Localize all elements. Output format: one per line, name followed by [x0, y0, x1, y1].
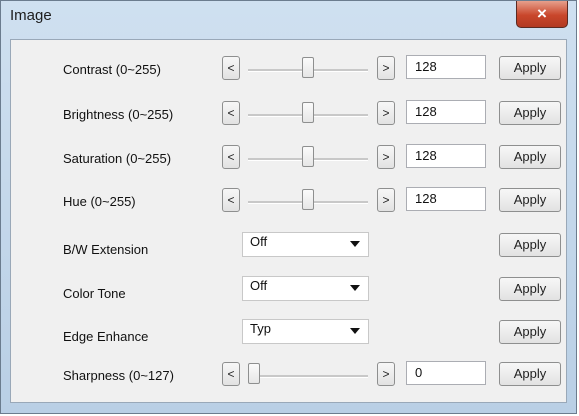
brightness-value-field[interactable]: 128 [406, 100, 486, 124]
color-tone-selected-value: Off [250, 278, 268, 293]
contrast-label: Contrast (0~255) [63, 62, 161, 77]
hue-decrease-button[interactable]: < [222, 188, 240, 212]
close-button[interactable]: × [516, 1, 568, 28]
saturation-label: Saturation (0~255) [63, 151, 172, 166]
bw-extension-selected-value: Off [250, 234, 268, 249]
saturation-increase-button[interactable]: > [377, 145, 395, 169]
brightness-increase-button[interactable]: > [377, 101, 395, 125]
edge-enhance-select[interactable]: Typ [242, 319, 369, 344]
hue-slider-thumb[interactable] [302, 189, 314, 210]
contrast-decrease-button[interactable]: < [222, 56, 240, 80]
close-icon: × [537, 4, 547, 23]
edge-enhance-apply-button[interactable]: Apply [499, 320, 561, 344]
sharpness-apply-button[interactable]: Apply [499, 362, 561, 386]
contrast-increase-button[interactable]: > [377, 56, 395, 80]
saturation-decrease-button[interactable]: < [222, 145, 240, 169]
color-tone-label: Color Tone [63, 286, 126, 301]
chevron-down-icon [350, 285, 360, 291]
bw-extension-row: B/W Extension Off Apply [11, 231, 566, 261]
saturation-slider-thumb[interactable] [302, 146, 314, 167]
chevron-down-icon [350, 328, 360, 334]
bw-extension-label: B/W Extension [63, 242, 149, 257]
sharpness-slider-track[interactable] [248, 375, 368, 378]
edge-enhance-selected-value: Typ [250, 321, 271, 336]
sharpness-slider-thumb[interactable] [248, 363, 260, 384]
brightness-slider-thumb[interactable] [302, 102, 314, 123]
title-bar[interactable]: Image × [1, 1, 576, 37]
color-tone-row: Color Tone Off Apply [11, 275, 566, 305]
bw-extension-select[interactable]: Off [242, 232, 369, 257]
contrast-value-field[interactable]: 128 [406, 55, 486, 79]
contrast-row: Contrast (0~255) < > 128 Apply [11, 54, 566, 84]
saturation-row: Saturation (0~255) < > 128 Apply [11, 143, 566, 173]
chevron-down-icon [350, 241, 360, 247]
hue-value-field[interactable]: 128 [406, 187, 486, 211]
saturation-apply-button[interactable]: Apply [499, 145, 561, 169]
sharpness-row: Sharpness (0~127) < > 0 Apply [11, 358, 566, 388]
hue-increase-button[interactable]: > [377, 188, 395, 212]
bw-extension-apply-button[interactable]: Apply [499, 233, 561, 257]
brightness-decrease-button[interactable]: < [222, 101, 240, 125]
edge-enhance-row: Edge Enhance Typ Apply [11, 318, 566, 348]
brightness-label: Brightness (0~255) [63, 107, 174, 122]
brightness-apply-button[interactable]: Apply [499, 101, 561, 125]
color-tone-select[interactable]: Off [242, 276, 369, 301]
sharpness-increase-button[interactable]: > [377, 362, 395, 386]
hue-row: Hue (0~255) < > 128 Apply [11, 186, 566, 216]
saturation-value-field[interactable]: 128 [406, 144, 486, 168]
color-tone-apply-button[interactable]: Apply [499, 277, 561, 301]
sharpness-decrease-button[interactable]: < [222, 362, 240, 386]
edge-enhance-label: Edge Enhance [63, 329, 149, 344]
image-dialog: Image × Contrast (0~255) < > 128 Apply B… [0, 0, 577, 414]
settings-panel: Contrast (0~255) < > 128 Apply Brightnes… [10, 39, 567, 403]
sharpness-label: Sharpness (0~127) [63, 368, 174, 383]
contrast-slider-thumb[interactable] [302, 57, 314, 78]
contrast-apply-button[interactable]: Apply [499, 56, 561, 80]
brightness-row: Brightness (0~255) < > 128 Apply [11, 99, 566, 129]
hue-label: Hue (0~255) [63, 194, 136, 209]
hue-apply-button[interactable]: Apply [499, 188, 561, 212]
window-title: Image [10, 7, 52, 24]
sharpness-value-field[interactable]: 0 [406, 361, 486, 385]
